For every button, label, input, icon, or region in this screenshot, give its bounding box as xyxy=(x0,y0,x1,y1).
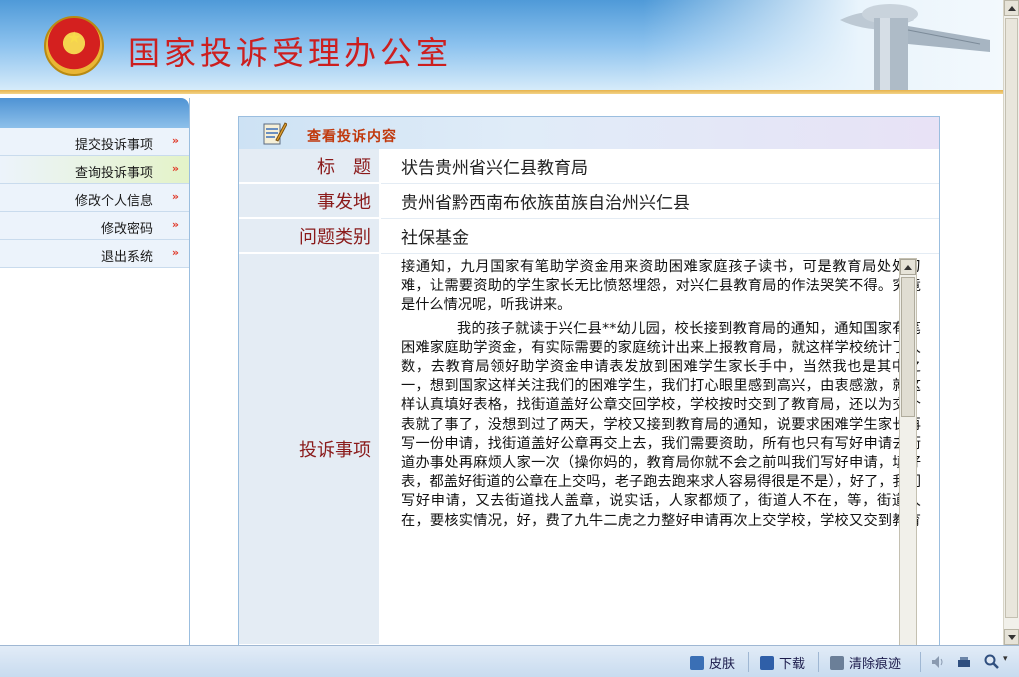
panel-title: 查看投诉内容 xyxy=(307,129,397,145)
skin-button[interactable]: 皮肤 xyxy=(690,653,735,672)
browser-status-bar: 皮肤 下载 清除痕迹 ▾ xyxy=(0,645,1019,677)
double-arrow-icon: » xyxy=(171,134,179,147)
divider xyxy=(920,652,921,672)
textarea-scroll-thumb[interactable] xyxy=(901,277,915,417)
divider xyxy=(748,652,749,672)
complaint-paragraph: 接通知，九月国家有笔助学资金用来资助困难家庭孩子读书，可是教育局处处刁难，让需要… xyxy=(401,259,921,314)
sidebar-item-query-complaint[interactable]: 查询投诉事项 » xyxy=(0,156,189,184)
sidebar-item-label: 修改个人信息 xyxy=(74,194,153,209)
site-title: 国家投诉受理办公室 xyxy=(128,34,453,72)
sidebar-item-submit-complaint[interactable]: 提交投诉事项 » xyxy=(0,128,189,156)
header-divider xyxy=(0,90,1003,94)
field-value: 状告贵州省兴仁县教育局 xyxy=(381,149,939,184)
sidebar-item-label: 退出系统 xyxy=(100,250,153,265)
network-icon[interactable] xyxy=(956,654,972,670)
double-arrow-icon: » xyxy=(171,246,179,259)
download-icon xyxy=(760,655,774,670)
field-value: 贵州省黔西南布依族苗族自治州兴仁县 xyxy=(381,184,939,219)
sidebar: 提交投诉事项 » 查询投诉事项 » 修改个人信息 » 修改密码 » 退出系统 » xyxy=(0,98,190,645)
panel-header: 查看投诉内容 xyxy=(239,117,939,149)
skin-icon xyxy=(690,655,704,670)
site-header: ★ 国家投诉受理办公室 xyxy=(0,0,1003,90)
complaint-paragraph: 我的孩子就读于兴仁县**幼儿园，校长接到教育局的通知，通知国家有笔困难家庭助学资… xyxy=(401,320,921,529)
zoom-icon[interactable] xyxy=(984,654,1000,670)
scroll-down-button[interactable] xyxy=(1004,629,1019,645)
sidebar-item-label: 查询投诉事项 xyxy=(74,166,153,181)
scroll-up-button[interactable] xyxy=(1004,0,1019,16)
chevron-down-icon[interactable]: ▾ xyxy=(1003,654,1008,664)
sidebar-item-label: 提交投诉事项 xyxy=(74,138,153,153)
textarea-scroll-up-button[interactable] xyxy=(900,259,916,275)
complaint-textarea[interactable]: 接通知，九月国家有笔助学资金用来资助困难家庭孩子读书，可是教育局处处刁难，让需要… xyxy=(381,254,939,646)
sidebar-item-label: 修改密码 xyxy=(100,222,153,237)
speaker-icon[interactable] xyxy=(930,654,946,670)
field-row-location: 事发地 贵州省黔西南布依族苗族自治州兴仁县 xyxy=(239,184,939,219)
download-button[interactable]: 下载 xyxy=(760,653,805,672)
field-value: 社保基金 xyxy=(381,219,939,254)
clear-trace-button[interactable]: 清除痕迹 xyxy=(830,653,901,672)
field-row-title: 标 题 状告贵州省兴仁县教育局 xyxy=(239,149,939,184)
field-label: 投诉事项 xyxy=(239,254,379,646)
broom-icon xyxy=(830,655,844,670)
sidebar-item-logout[interactable]: 退出系统 » xyxy=(0,240,189,268)
page-scrollbar[interactable] xyxy=(1003,0,1019,645)
complaint-text: 接通知，九月国家有笔助学资金用来资助困难家庭孩子读书，可是教育局处处刁难，让需要… xyxy=(401,258,921,530)
national-emblem-icon: ★ xyxy=(44,16,104,76)
field-label: 事发地 xyxy=(239,184,379,219)
field-label: 标 题 xyxy=(239,149,379,184)
complaint-detail-panel: 查看投诉内容 标 题 状告贵州省兴仁县教育局 事发地 贵州省黔西南布依族苗族自治… xyxy=(238,116,940,646)
sidebar-item-change-password[interactable]: 修改密码 » xyxy=(0,212,189,240)
field-row-category: 问题类别 社保基金 xyxy=(239,219,939,254)
field-row-complaint: 投诉事项 接通知，九月国家有笔助学资金用来资助困难家庭孩子读书，可是教育局处处刁… xyxy=(239,254,939,646)
sidebar-item-edit-profile[interactable]: 修改个人信息 » xyxy=(0,184,189,212)
scroll-thumb[interactable] xyxy=(1005,18,1018,618)
document-pencil-icon xyxy=(263,122,287,145)
sidebar-header xyxy=(0,98,189,128)
textarea-scrollbar[interactable] xyxy=(899,258,917,646)
double-arrow-icon: » xyxy=(171,162,179,175)
field-label: 问题类别 xyxy=(239,219,379,254)
double-arrow-icon: » xyxy=(171,190,179,203)
huabiao-pillar-icon xyxy=(840,4,990,90)
double-arrow-icon: » xyxy=(171,218,179,231)
divider xyxy=(818,652,819,672)
